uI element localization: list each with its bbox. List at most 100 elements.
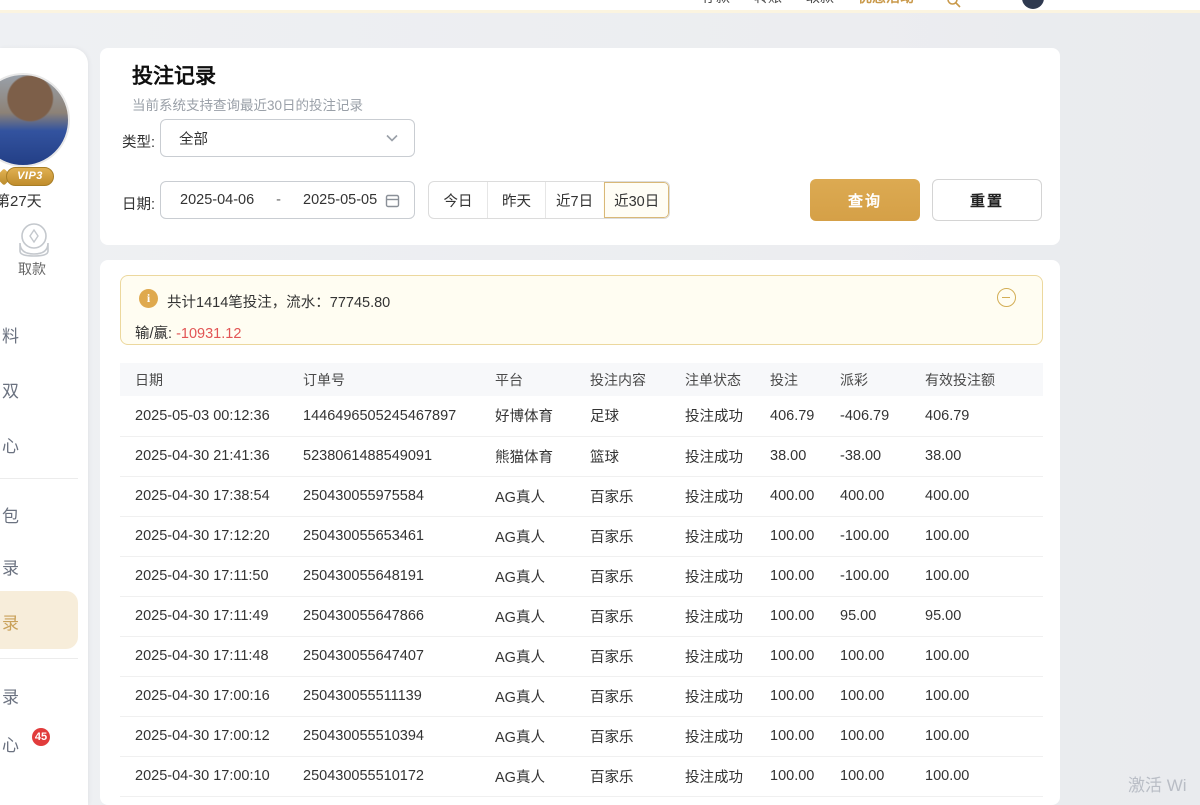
table-row: 2025-04-30 17:12:20250430055653461AG真人百家… (120, 516, 1043, 556)
table-cell-valid: 100.00 (925, 636, 1043, 676)
table-cell-platform: AG真人 (495, 676, 590, 716)
table-header-cell: 派彩 (840, 363, 925, 396)
sidebar-item[interactable]: 双 (2, 377, 19, 402)
table-cell-order: 250430055510394 (303, 716, 495, 756)
sidebar-item[interactable]: 录 (2, 554, 19, 579)
table-cell-valid: 95.00 (925, 596, 1043, 636)
table-cell-order: 250430055975584 (303, 476, 495, 516)
table-cell-platform: AG真人 (495, 476, 590, 516)
collapse-icon[interactable] (997, 288, 1016, 307)
user-avatar[interactable] (0, 73, 70, 167)
table-row: 2025-05-03 00:12:361446496505245467897好博… (120, 396, 1043, 436)
table-cell-content: 百家乐 (590, 476, 685, 516)
table-row: 2025-04-30 17:11:48250430055647407AG真人百家… (120, 636, 1043, 676)
table-cell-content: 足球 (590, 396, 685, 436)
table-cell-status: 投注成功 (685, 556, 770, 596)
user-avatar-small[interactable] (1022, 0, 1044, 9)
topbar: 存款 转账 取款 优惠活动 (0, 0, 1200, 10)
table-cell-platform: AG真人 (495, 596, 590, 636)
table-cell-status: 投注成功 (685, 596, 770, 636)
reset-button[interactable]: 重置 (932, 179, 1042, 221)
withdraw-label[interactable]: 取款 (18, 259, 46, 279)
table-row: 2025-04-30 17:00:10250430055510172AG真人百家… (120, 756, 1043, 796)
table-cell-status: 投注成功 (685, 396, 770, 436)
table-header-row: 日期订单号平台投注内容注单状态投注派彩有效投注额 (120, 363, 1043, 396)
table-header-cell: 投注 (770, 363, 840, 396)
table-cell-valid: 100.00 (925, 716, 1043, 756)
table-cell-payout: 100.00 (840, 676, 925, 716)
table-cell-platform: AG真人 (495, 716, 590, 756)
table-cell-order: 250430055647407 (303, 636, 495, 676)
table-cell-order: 250430055653461 (303, 516, 495, 556)
table-row: 2025-04-30 17:00:16250430055511139AG真人百家… (120, 676, 1043, 716)
table-cell-status: 投注成功 (685, 636, 770, 676)
table-cell-bet: 100.00 (770, 636, 840, 676)
table-row: 2025-04-30 17:11:50250430055648191AG真人百家… (120, 556, 1043, 596)
table-cell-content: 百家乐 (590, 716, 685, 756)
sidebar-item[interactable]: 心 (2, 432, 19, 457)
table-cell-bet: 100.00 (770, 556, 840, 596)
table-cell-date: 2025-04-30 17:38:54 (120, 476, 303, 516)
sidebar-divider (0, 658, 78, 659)
sidebar-item[interactable]: 心 (2, 731, 19, 756)
table-cell-content: 篮球 (590, 436, 685, 476)
table-cell-platform: AG真人 (495, 556, 590, 596)
table-cell-payout: 400.00 (840, 476, 925, 516)
withdraw-icon[interactable] (14, 223, 54, 257)
sidebar-item-active[interactable]: 录 (0, 591, 78, 649)
table-cell-content: 百家乐 (590, 636, 685, 676)
topbar-nav: 存款 转账 取款 优惠活动 (702, 0, 914, 7)
table-cell-status: 投注成功 (685, 676, 770, 716)
table-cell-bet: 100.00 (770, 516, 840, 556)
sidebar-item[interactable]: 料 (2, 322, 19, 347)
day-counter: 第27天 (0, 190, 42, 211)
winloss-label: 输/赢: (135, 326, 172, 342)
quick-range-button[interactable]: 昨天 (487, 182, 545, 218)
table-cell-bet: 100.00 (770, 596, 840, 636)
calendar-icon (385, 193, 400, 208)
table-cell-order: 1446496505245467897 (303, 396, 495, 436)
quick-range-button[interactable]: 近7日 (545, 182, 603, 218)
table-header-cell: 注单状态 (685, 363, 770, 396)
search-icon[interactable] (946, 0, 961, 8)
table-cell-order: 5238061488549091 (303, 436, 495, 476)
table-cell-status: 投注成功 (685, 476, 770, 516)
nav-item[interactable]: 存款 (702, 0, 730, 7)
nav-item[interactable]: 转账 (754, 0, 782, 7)
table-cell-content: 百家乐 (590, 676, 685, 716)
table-cell-date: 2025-04-30 17:00:16 (120, 676, 303, 716)
table-header-cell: 有效投注额 (925, 363, 1043, 396)
date-end: 2025-05-05 (303, 192, 377, 208)
nav-item[interactable]: 优惠活动 (858, 0, 914, 7)
chevron-down-icon (386, 134, 398, 142)
type-select[interactable]: 全部 (160, 119, 415, 157)
quick-range-button[interactable]: 近30日 (603, 182, 669, 218)
table-cell-status: 投注成功 (685, 756, 770, 796)
page-title: 投注记录 (132, 60, 216, 90)
sidebar-item[interactable]: 录 (2, 683, 19, 708)
sidebar-divider (0, 478, 78, 479)
results-card: i 共计1414笔投注，流水：77745.80 输/赢: -10931.12 日… (100, 260, 1060, 805)
table-cell-status: 投注成功 (685, 716, 770, 756)
quick-range-button[interactable]: 今日 (429, 182, 487, 218)
table-cell-valid: 100.00 (925, 516, 1043, 556)
table-cell-date: 2025-04-30 17:11:50 (120, 556, 303, 596)
winloss-value: -10931.12 (176, 326, 241, 342)
type-label: 类型: (122, 131, 155, 152)
nav-item[interactable]: 取款 (806, 0, 834, 7)
sidebar-item[interactable]: 包 (2, 502, 19, 527)
table-cell-date: 2025-04-30 17:11:48 (120, 636, 303, 676)
type-select-value: 全部 (179, 128, 208, 149)
table-cell-status: 投注成功 (685, 436, 770, 476)
search-button[interactable]: 查询 (810, 179, 920, 221)
table-cell-payout: 100.00 (840, 756, 925, 796)
date-range-input[interactable]: 2025-04-06 - 2025-05-05 (160, 181, 415, 219)
table-cell-order: 250430055647866 (303, 596, 495, 636)
table-cell-payout: -406.79 (840, 396, 925, 436)
table-cell-content: 百家乐 (590, 756, 685, 796)
table-cell-valid: 400.00 (925, 476, 1043, 516)
filter-card: 投注记录 当前系统支持查询最近30日的投注记录 类型: 全部 日期: 2025-… (100, 48, 1060, 245)
table-cell-date: 2025-04-30 17:00:12 (120, 716, 303, 756)
table-header-cell: 平台 (495, 363, 590, 396)
table-row: 2025-04-30 17:38:54250430055975584AG真人百家… (120, 476, 1043, 516)
